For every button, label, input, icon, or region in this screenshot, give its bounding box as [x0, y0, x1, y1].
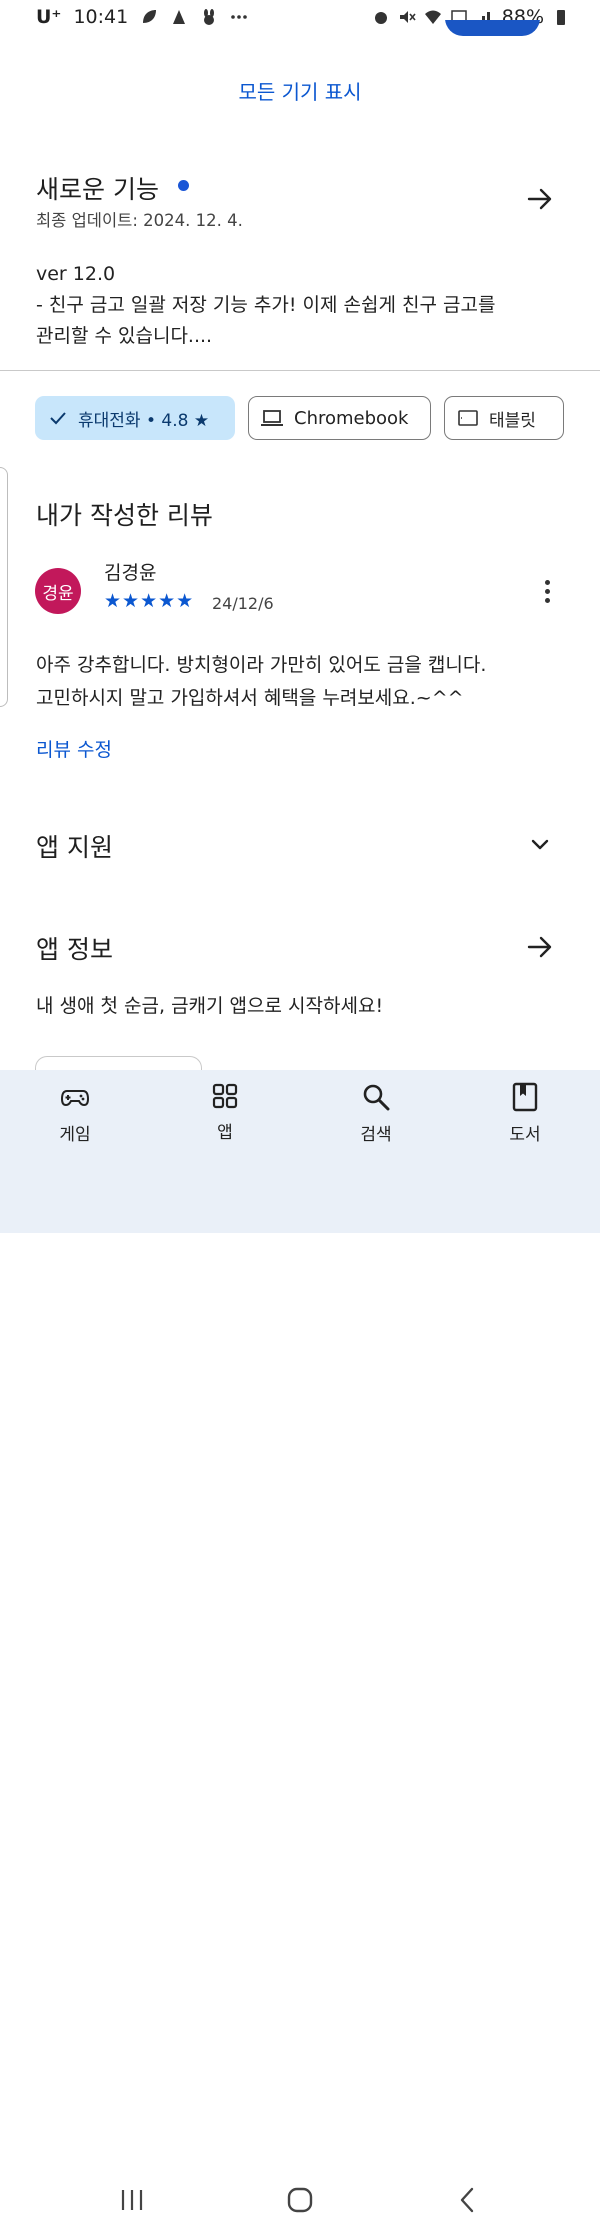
- rating-stars: ★★★★★: [104, 590, 195, 612]
- nav-item-books[interactable]: 도서: [475, 1082, 575, 1145]
- app-support-title[interactable]: 앱 지원: [36, 828, 113, 864]
- tablet-chip[interactable]: 태블릿: [444, 396, 564, 440]
- whats-new-title: 새로운 기능: [36, 175, 159, 204]
- release-note-line: - 친구 금고 일괄 저장 기능 추가! 이제 손쉽게 친구 금고를: [36, 294, 496, 316]
- app-support-expand-button[interactable]: [522, 826, 558, 862]
- back-button[interactable]: [438, 2170, 498, 2230]
- side-panel-edge: [0, 467, 8, 707]
- review-line: 고민하시지 말고 가입하셔서 혜택을 누려보세요.~^^: [36, 687, 464, 709]
- chromebook-chip[interactable]: Chromebook: [248, 396, 431, 440]
- show-all-devices-link[interactable]: 모든 기기 표시: [0, 76, 600, 105]
- scrolled-button-edge[interactable]: [445, 20, 540, 38]
- search-icon: [363, 1084, 390, 1111]
- section-divider: [0, 370, 600, 371]
- version-label: ver 12.0: [36, 263, 116, 285]
- back-icon: [460, 2187, 474, 2213]
- review-text: 아주 강추합니다. 방치형이라 가만히 있어도 금을 캡니다. 고민하시지 말고…: [36, 649, 486, 715]
- edit-review-link[interactable]: 리뷰 수정: [36, 735, 112, 762]
- tablet-chip-label: 태블릿: [489, 410, 536, 431]
- more-notifications-icon: [231, 15, 248, 19]
- home-icon: [287, 2187, 313, 2213]
- nav-label: 앱: [217, 1123, 233, 1143]
- rabbit-icon: [204, 9, 215, 25]
- release-note-line: 관리할 수 있습니다....: [36, 325, 213, 347]
- release-notes: ver 12.0 - 친구 금고 일괄 저장 기능 추가! 이제 손쉽게 친구 …: [36, 259, 495, 352]
- review-date: 24/12/6: [212, 594, 274, 613]
- avatar: 경윤: [35, 568, 81, 614]
- recent-apps-button[interactable]: [102, 2170, 162, 2230]
- apps-grid-icon: [212, 1083, 238, 1109]
- reviewer-name: 김경윤: [104, 562, 157, 584]
- chromebook-chip-label: Chromebook: [294, 407, 409, 429]
- gamepad-icon: [60, 1090, 90, 1107]
- chevron-down-icon: [531, 839, 549, 850]
- home-button[interactable]: [270, 2170, 330, 2230]
- last-updated: 최종 업데이트: 2024. 12. 4.: [36, 211, 243, 230]
- scrolled-content-edge: [48, 20, 198, 38]
- mute-icon: [399, 11, 416, 23]
- whats-new-arrow-button[interactable]: [522, 181, 558, 217]
- phone-chip[interactable]: 휴대전화 • 4.8 ★: [35, 396, 235, 440]
- arrow-right-icon: [527, 936, 552, 958]
- nav-item-games[interactable]: 게임: [25, 1082, 125, 1145]
- wifi-icon: [424, 10, 441, 24]
- tablet-icon: [458, 410, 478, 426]
- laptop-icon: [261, 410, 283, 426]
- nav-item-search[interactable]: 검색: [326, 1082, 426, 1145]
- checkmark-icon: [50, 412, 66, 425]
- new-indicator-dot: [178, 180, 189, 191]
- book-icon: [512, 1082, 538, 1112]
- app-info-arrow-button[interactable]: [522, 929, 558, 965]
- battery-icon: [557, 10, 565, 25]
- avatar-initials: 경윤: [42, 583, 74, 604]
- more-options-button[interactable]: [531, 575, 563, 607]
- my-review-title: 내가 작성한 리뷰: [36, 501, 213, 530]
- bottom-navigation: 게임 앱 검색 도서: [0, 1070, 600, 2213]
- more-vert-icon: [544, 579, 550, 585]
- app-info-description: 내 생애 첫 순금, 금캐기 앱으로 시작하세요!: [36, 995, 384, 1017]
- nav-label: 검색: [360, 1125, 392, 1145]
- app-info-title: 앱 정보: [36, 935, 113, 964]
- phone-chip-label: 휴대전화 • 4.8 ★: [78, 410, 210, 431]
- review-line: 아주 강추합니다. 방치형이라 가만히 있어도 금을 캡니다.: [36, 654, 487, 676]
- nav-label: 도서: [509, 1125, 541, 1145]
- recent-apps-icon: [121, 2190, 143, 2210]
- nav-item-apps[interactable]: 앱: [175, 1082, 275, 1143]
- system-navigation-bar: [0, 2170, 600, 2230]
- arrow-right-icon: [527, 188, 552, 210]
- alarm-icon: [374, 12, 387, 24]
- nav-label: 게임: [59, 1125, 91, 1145]
